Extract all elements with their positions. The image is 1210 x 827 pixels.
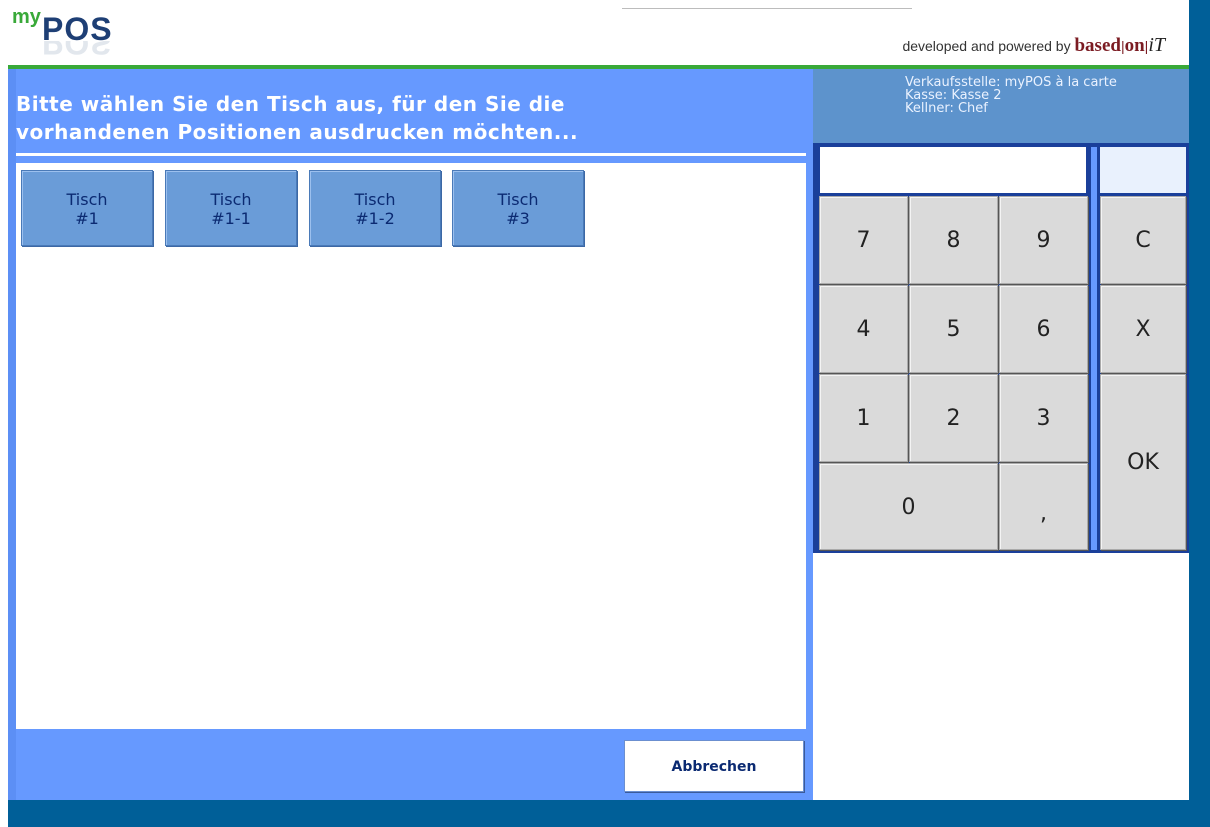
key-8[interactable]: 8 — [909, 196, 998, 284]
key-2[interactable]: 2 — [909, 374, 998, 462]
info-kellner: Kellner: Chef — [905, 101, 988, 116]
key-1[interactable]: 1 — [819, 374, 908, 462]
table-list-area — [16, 163, 806, 729]
key-3[interactable]: 3 — [999, 374, 1088, 462]
brand-on: on — [1124, 35, 1145, 56]
top-divider — [622, 8, 912, 9]
page-title: Bitte wählen Sie den Tisch aus, für den … — [16, 90, 796, 146]
cancel-button[interactable]: Abbrechen — [624, 740, 804, 792]
table-button-1-1[interactable]: Tisch #1-1 — [165, 170, 297, 246]
key-5[interactable]: 5 — [909, 285, 998, 373]
key-4[interactable]: 4 — [819, 285, 908, 373]
keypad-display[interactable] — [820, 147, 1086, 193]
mypos-logo: my POS POS — [12, 6, 212, 66]
ok-button[interactable]: OK — [1100, 374, 1186, 550]
table-button-label: Tisch — [497, 190, 539, 209]
powered-prefix: developed and powered by — [902, 38, 1075, 54]
logo-reflection: POS — [42, 41, 113, 61]
table-button-3[interactable]: Tisch #3 — [452, 170, 584, 246]
table-button-label: Tisch — [210, 190, 252, 209]
keypad-divider — [1091, 147, 1097, 550]
powered-by-text: developed and powered by based|on|iT — [902, 34, 1165, 57]
panel-left-border — [8, 69, 16, 800]
title-underline — [16, 153, 806, 156]
key-7[interactable]: 7 — [819, 196, 908, 284]
clear-button[interactable]: C — [1100, 196, 1186, 284]
right-edge-bar — [1189, 0, 1210, 827]
key-9[interactable]: 9 — [999, 196, 1088, 284]
delete-button[interactable]: X — [1100, 285, 1186, 373]
table-button-label: Tisch — [354, 190, 396, 209]
brand-it: iT — [1148, 34, 1165, 56]
table-button-number: #1 — [75, 209, 99, 228]
key-0[interactable]: 0 — [819, 463, 998, 550]
table-button-number: #1-2 — [355, 209, 395, 228]
table-button-number: #3 — [506, 209, 530, 228]
key-6[interactable]: 6 — [999, 285, 1088, 373]
key-comma[interactable]: , — [999, 463, 1088, 550]
title-line-1: Bitte wählen Sie den Tisch aus, für den … — [16, 92, 565, 116]
title-line-2: vorhandenen Positionen ausdrucken möchte… — [16, 120, 579, 144]
logo-my: my — [12, 6, 41, 28]
table-button-1-2[interactable]: Tisch #1-2 — [309, 170, 441, 246]
table-button-number: #1-1 — [211, 209, 251, 228]
brand-based: based — [1074, 35, 1121, 56]
table-button-label: Tisch — [66, 190, 108, 209]
session-info: Verkaufsstelle: myPOS à la carte Kasse: … — [813, 69, 1189, 143]
table-button-1[interactable]: Tisch #1 — [21, 170, 153, 246]
keypad-secondary-display — [1100, 147, 1186, 193]
footer-bar — [8, 800, 1210, 827]
